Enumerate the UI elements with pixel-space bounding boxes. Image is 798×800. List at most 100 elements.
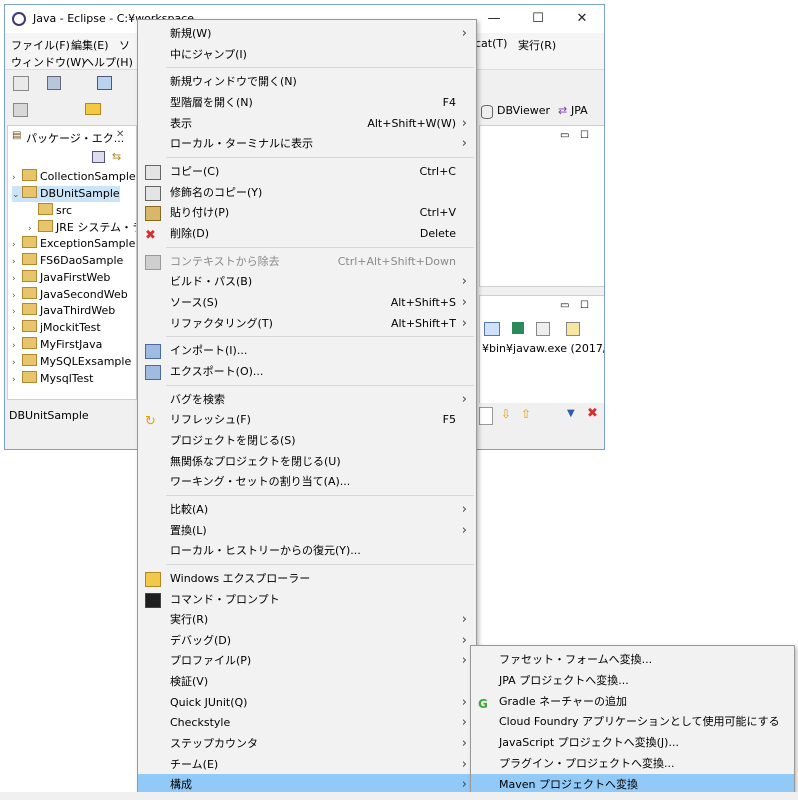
menu-item-コマンド・プロンプト[interactable]: コマンド・プロンプト	[138, 589, 476, 610]
collapsed-twisty-icon[interactable]: ›	[12, 173, 22, 183]
menu-item-ローカル・ターミナルに表示[interactable]: ローカル・ターミナルに表示 ›	[138, 133, 476, 154]
menu-item-コンテキストから除去[interactable]: コンテキストから除去 Ctrl+Alt+Shift+Down	[138, 251, 476, 272]
tree-item[interactable]: › JavaSecondWeb	[12, 286, 128, 303]
save-icon[interactable]	[47, 76, 61, 90]
menu-item-表示[interactable]: 表示 Alt+Shift+W(W) ›	[138, 113, 476, 134]
link-editor-icon[interactable]: ⇆	[112, 150, 121, 163]
maximize-button[interactable]: ☐	[516, 5, 560, 33]
maximize-console-icon[interactable]: ☐	[580, 300, 589, 311]
tree-item[interactable]: › FS6DaoSample	[12, 253, 123, 269]
pin-console-icon[interactable]	[484, 322, 500, 336]
menu-tomcat[interactable]: cat(T)	[475, 37, 507, 50]
tree-item[interactable]: › MysqlTest	[12, 370, 93, 387]
collapsed-twisty-icon[interactable]: ›	[12, 274, 22, 284]
menu-run[interactable]: 実行(R)	[518, 37, 556, 53]
menu-item-windows-エクスプローラー[interactable]: Windows エクスプローラー	[138, 568, 476, 589]
menu-item-比較[interactable]: 比較(A) ›	[138, 499, 476, 520]
tree-item[interactable]: › JRE システム・ラ	[28, 219, 136, 235]
next-arrow-icon[interactable]: ⇩	[501, 407, 511, 421]
explorer-tab[interactable]: ▤ パッケージ・エク... ✕	[7, 125, 137, 148]
tree-item[interactable]: › MyFirstJava	[12, 337, 102, 353]
submenu-item-1[interactable]: ファセット・フォームへ変換...	[471, 649, 794, 670]
tree-item[interactable]: › JavaThirdWeb	[12, 303, 115, 319]
collapsed-twisty-icon[interactable]: ›	[28, 224, 38, 234]
menu-item-コピー[interactable]: コピー(C) Ctrl+C	[138, 161, 476, 182]
menu-item-デバッグ[interactable]: デバッグ(D) ›	[138, 630, 476, 651]
tree-item[interactable]: › ExceptionSample	[12, 236, 135, 252]
menu-item-新規ウィンドウで開く[interactable]: 新規ウィンドウで開く(N)	[138, 71, 476, 92]
back-icon[interactable]	[85, 103, 101, 115]
menu-item-新規[interactable]: 新規(W) ›	[138, 23, 476, 44]
menu-item-修飾名のコピー[interactable]: 修飾名のコピー(Y)	[138, 182, 476, 203]
menu-item-置換[interactable]: 置換(L) ›	[138, 520, 476, 541]
dropdown-box[interactable]	[479, 407, 493, 425]
submenu-item-6[interactable]: プラグイン・プロジェクトへ変換...	[471, 753, 794, 774]
collapse-all-icon[interactable]	[92, 151, 105, 163]
tree-item[interactable]: › CollectionSample	[12, 169, 136, 185]
collapsed-twisty-icon[interactable]: ›	[12, 341, 22, 351]
console-icon[interactable]	[97, 76, 112, 90]
tree-item[interactable]: › MySQLExsample	[12, 353, 131, 370]
menu-item-型階層を開く[interactable]: 型階層を開く(N) F4	[138, 92, 476, 113]
menu-item-label: リフレッシュ(F)	[170, 413, 251, 427]
expanded-twisty-icon[interactable]: ⌄	[12, 190, 22, 200]
tree-item[interactable]: ⌄ DBUnitSample	[12, 185, 120, 202]
maximize-panel-icon[interactable]: ☐	[580, 130, 589, 141]
new-console-icon[interactable]	[566, 322, 580, 336]
collapsed-twisty-icon[interactable]: ›	[12, 358, 22, 368]
minimize-console-icon[interactable]: ▭	[560, 300, 569, 311]
menu-item-ステップカウンタ[interactable]: ステップカウンタ ›	[138, 733, 476, 754]
menu-edit[interactable]: 編集(E)	[71, 37, 109, 53]
menu-item-インポート[interactable]: インポート(I)...	[138, 340, 476, 361]
menu-item-ソース[interactable]: ソース(S) Alt+Shift+S ›	[138, 292, 476, 313]
minimize-button[interactable]: —	[472, 5, 516, 33]
submenu-item-2[interactable]: JPA プロジェクトへ変換...	[471, 670, 794, 691]
menu-item-検証[interactable]: 検証(V)	[138, 671, 476, 692]
collapsed-twisty-icon[interactable]: ›	[12, 307, 22, 317]
jpa-perspective[interactable]: JPA	[571, 104, 588, 117]
tree-item[interactable]: › JavaFirstWeb	[12, 269, 110, 286]
menu-item-貼り付け[interactable]: 貼り付け(P) Ctrl+V	[138, 202, 476, 223]
submenu-item-5[interactable]: JavaScript プロジェクトへ変換(J)...	[471, 732, 794, 753]
prev-arrow-icon[interactable]: ⇧	[521, 407, 531, 421]
open-console-icon[interactable]	[512, 322, 524, 334]
submenu-item-4[interactable]: Cloud Foundry アプリケーションとして使用可能にする	[471, 711, 794, 732]
menu-source[interactable]: ソ	[119, 37, 130, 53]
close-button[interactable]: ✕	[560, 5, 604, 33]
menu-item-quick-junit[interactable]: Quick JUnit(Q) ›	[138, 692, 476, 713]
menu-item-ワーキング・セットの割り当て[interactable]: ワーキング・セットの割り当て(A)...	[138, 471, 476, 492]
menu-item-リファクタリング[interactable]: リファクタリング(T) Alt+Shift+T ›	[138, 313, 476, 334]
close-tab-icon[interactable]: ✕	[116, 129, 124, 140]
collapsed-twisty-icon[interactable]: ›	[12, 240, 22, 250]
submenu-item-3[interactable]: G Gradle ネーチャーの追加	[471, 691, 794, 712]
menu-window[interactable]: ウィンドウ(W)	[11, 54, 85, 70]
menu-item-checkstyle[interactable]: Checkstyle ›	[138, 712, 476, 733]
view-menu-icon[interactable]: ▼	[567, 408, 575, 419]
new-icon[interactable]	[13, 76, 29, 91]
menu-item-削除[interactable]: ✖ 削除(D) Delete	[138, 223, 476, 244]
display-console-icon[interactable]	[536, 322, 550, 336]
menu-item-実行[interactable]: 実行(R) ›	[138, 609, 476, 630]
menu-item-リフレッシュ[interactable]: ↻ リフレッシュ(F) F5	[138, 409, 476, 430]
tree-item[interactable]: › jMockitTest	[12, 320, 101, 336]
collapsed-twisty-icon[interactable]: ›	[12, 257, 22, 267]
minimize-panel-icon[interactable]: ▭	[560, 130, 569, 141]
menu-item-チーム[interactable]: チーム(E) ›	[138, 754, 476, 775]
menu-item-バグを検索[interactable]: バグを検索 ›	[138, 389, 476, 410]
menu-item-ローカル・ヒストリーからの復元[interactable]: ローカル・ヒストリーからの復元(Y)...	[138, 540, 476, 561]
collapsed-twisty-icon[interactable]: ›	[12, 324, 22, 334]
menu-help[interactable]: ヘルプ(H)	[83, 54, 133, 70]
dbviewer-perspective[interactable]: DBViewer	[497, 104, 550, 117]
terminate-icon[interactable]: ✖	[587, 406, 598, 421]
menu-file[interactable]: ファイル(F)	[11, 37, 70, 53]
collapsed-twisty-icon[interactable]: ›	[12, 375, 22, 385]
menu-item-プロファイル[interactable]: プロファイル(P) ›	[138, 650, 476, 671]
menu-item-ビルド・パス[interactable]: ビルド・パス(B) ›	[138, 271, 476, 292]
navigate-icon[interactable]	[13, 103, 28, 117]
tree-item[interactable]: src	[28, 202, 72, 219]
menu-item-エクスポート[interactable]: エクスポート(O)...	[138, 361, 476, 382]
menu-item-無関係なプロジェクトを閉じる[interactable]: 無関係なプロジェクトを閉じる(U)	[138, 451, 476, 472]
menu-item-プロジェクトを閉じる[interactable]: プロジェクトを閉じる(S)	[138, 430, 476, 451]
menu-item-中にジャンプ[interactable]: 中にジャンプ(I)	[138, 44, 476, 65]
collapsed-twisty-icon[interactable]: ›	[12, 291, 22, 301]
